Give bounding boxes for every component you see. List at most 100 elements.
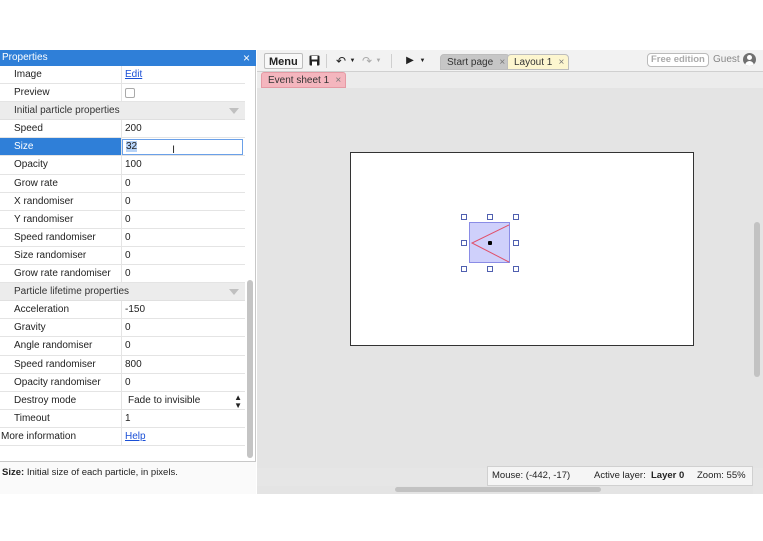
subtab-row: Event sheet 1 × [257,72,763,88]
collapse-triangle-icon[interactable] [229,108,239,115]
edit-image-link[interactable]: Edit [125,69,142,80]
section-title: Particle lifetime properties [14,286,130,298]
property-row-speed[interactable]: Speed 200 [0,120,245,139]
property-row-grow-rate[interactable]: Grow rate 0 [0,174,245,193]
property-name: Angle randomiser [0,337,122,355]
layout-bounds[interactable] [350,152,694,346]
property-name: Timeout [0,409,122,427]
resize-handle-bottom[interactable] [487,266,493,272]
property-value[interactable]: 200 [122,120,245,137]
active-layer-value: Layer 0 [651,470,685,481]
zoom-level: Zoom: 55% [697,470,746,481]
property-row-x-randomiser[interactable]: X randomiser 0 [0,192,245,211]
undo-icon[interactable]: ↶ [334,52,348,70]
property-name: More information [0,427,122,445]
select-value: Fade to invisible [128,394,201,406]
undo-dropdown-icon[interactable]: ▼ [349,52,356,70]
property-value[interactable]: 0 [122,337,245,354]
property-row-image: Image Edit [0,66,245,85]
property-name: Acceleration [0,301,122,319]
menu-button[interactable]: Menu [264,53,303,69]
tab-label: Event sheet 1 [268,75,330,86]
tab-label: Layout 1 [514,57,553,68]
tab-start-page[interactable]: Start page × [440,54,511,70]
tab-label: Start page [447,57,494,68]
property-name: X randomiser [0,192,122,210]
redo-dropdown-icon[interactable]: ▼ [375,52,382,70]
property-name: Opacity randomiser [0,373,122,391]
tab-layout-1[interactable]: Layout 1 × [507,54,570,70]
play-dropdown-icon[interactable]: ▼ [419,52,426,70]
free-edition-badge[interactable]: Free edition [647,53,709,67]
property-row-acceleration[interactable]: Acceleration -150 [0,301,245,320]
resize-handle-bottom-left[interactable] [461,266,467,272]
property-value[interactable]: -150 [122,301,245,318]
property-row-opacity[interactable]: Opacity 100 [0,156,245,175]
property-row-timeout[interactable]: Timeout 1 [0,409,245,428]
horizontal-scroll-thumb[interactable] [395,487,601,492]
horizontal-scrollbar[interactable] [257,486,753,494]
resize-handle-top[interactable] [487,214,493,220]
property-row-y-randomiser[interactable]: Y randomiser 0 [0,210,245,229]
property-row-size-randomiser[interactable]: Size randomiser 0 [0,246,245,266]
property-row-destroy-mode[interactable]: Destroy mode Fade to invisible ▲ ▼ [0,391,245,410]
property-description: Size: Initial size of each particle, in … [0,461,256,494]
property-row-speed-randomiser[interactable]: Speed randomiser 0 [0,228,245,247]
property-value[interactable]: 0 [122,211,245,228]
section-particle-lifetime-properties[interactable]: Particle lifetime properties [0,283,245,302]
play-icon[interactable]: ▶ [404,52,416,70]
user-icon[interactable] [743,53,756,66]
property-value[interactable]: 0 [122,229,245,246]
property-name: Size randomiser [0,246,122,265]
collapse-triangle-icon[interactable] [229,289,239,296]
vertical-scroll-thumb[interactable] [754,222,760,377]
resize-handle-bottom-right[interactable] [513,266,519,272]
property-value[interactable]: 100 [122,156,245,173]
user-label[interactable]: Guest [713,54,740,65]
section-initial-particle-properties[interactable]: Initial particle properties [0,102,245,121]
property-value[interactable]: 0 [122,265,245,282]
redo-icon[interactable]: ↷ [360,52,374,70]
status-bar: Mouse: (-442, -17) Active layer: Layer 0… [487,466,753,486]
property-value[interactable]: 1 [122,410,245,427]
size-value-input[interactable]: 32 [122,139,243,156]
close-tab-icon[interactable]: × [559,55,565,70]
destroy-mode-select[interactable]: Fade to invisible ▲ ▼ [122,392,245,409]
close-icon[interactable]: × [243,50,250,66]
resize-handle-right[interactable] [513,240,519,246]
property-row-grow-rate-randomiser[interactable]: Grow rate randomiser 0 [0,265,245,284]
property-row-lifetime-speed-randomiser[interactable]: Speed randomiser 800 [0,355,245,374]
resize-handle-top-left[interactable] [461,214,467,220]
main-toolbar: Menu ↶ ▼ ↷ ▼ ▶ ▼ Start page × Layout 1 ×… [257,50,763,72]
property-name: Preview [0,84,122,102]
property-value[interactable]: 800 [122,356,245,373]
property-row-angle-randomiser[interactable]: Angle randomiser 0 [0,337,245,356]
help-link[interactable]: Help [125,431,146,442]
toolbar-separator [326,54,327,68]
property-name: Speed [0,120,122,138]
tab-event-sheet-1[interactable]: Event sheet 1 × [261,72,347,88]
close-tab-icon[interactable]: × [335,73,341,88]
vertical-scrollbar[interactable] [753,88,763,468]
property-value[interactable]: 0 [122,319,245,336]
select-arrows-icon: ▲ ▼ [234,392,242,410]
property-value[interactable]: 0 [122,175,245,192]
save-icon[interactable] [307,52,321,70]
properties-scroll-thumb[interactable] [247,280,253,458]
resize-handle-left[interactable] [461,240,467,246]
property-name: Destroy mode [0,391,122,409]
resize-handle-top-right[interactable] [513,214,519,220]
property-row-opacity-randomiser[interactable]: Opacity randomiser 0 [0,373,245,392]
property-value[interactable]: 0 [122,193,245,210]
property-row-size[interactable]: Size 32 I [0,138,245,157]
property-row-gravity[interactable]: Gravity 0 [0,319,245,338]
selected-text: 32 [126,141,138,153]
preview-checkbox[interactable] [125,88,135,99]
properties-scrollbar[interactable] [247,66,253,461]
property-value[interactable]: 0 [122,374,245,391]
property-value[interactable]: 0 [122,247,245,264]
properties-grid: Image Edit Preview Initial particle prop… [0,66,245,461]
close-tab-icon[interactable]: × [499,55,505,70]
layout-canvas[interactable] [257,88,753,468]
property-name: Speed randomiser [0,228,122,246]
